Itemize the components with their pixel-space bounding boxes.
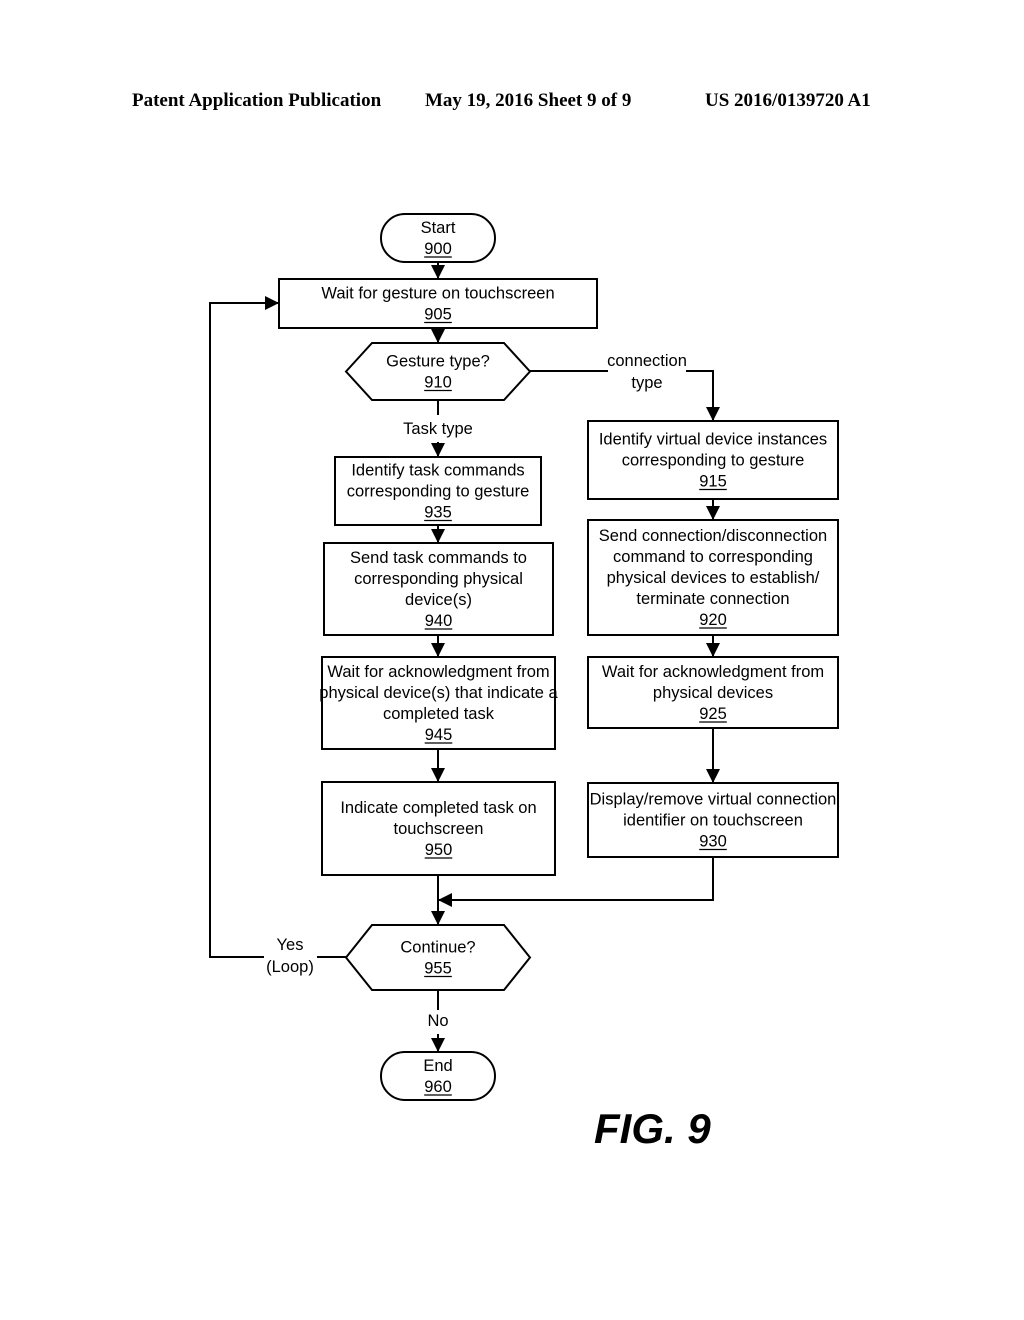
node-text-line: physical devices to establish/ xyxy=(607,569,820,587)
node-930: Display/remove virtual connection identif… xyxy=(587,782,839,858)
node-text-line: physical device(s) that indicate a xyxy=(319,684,558,702)
node-text-line: Wait for acknowledgment from xyxy=(327,663,549,681)
node-text-line: touchscreen xyxy=(394,820,484,838)
edge-label-connection-type: type xyxy=(631,374,662,392)
node-text-line: Send connection/disconnection xyxy=(599,527,827,545)
edge-label-connection-type: connection xyxy=(607,352,687,370)
node-text-line: corresponding to gesture xyxy=(347,483,530,501)
node-text-line: physical devices xyxy=(653,684,773,702)
node-ref-number: 900 xyxy=(424,240,452,258)
node-text-line: identifier on touchscreen xyxy=(623,812,803,830)
node-text-line: Continue? xyxy=(400,939,475,957)
connector-arrow xyxy=(530,370,713,421)
node-955: Continue? 955 xyxy=(344,924,532,991)
node-940: Send task commands to corresponding physi… xyxy=(323,542,554,636)
node-ref-number: 945 xyxy=(425,726,453,744)
node-text-line: Start xyxy=(421,219,456,237)
node-text-line: corresponding physical xyxy=(354,570,523,588)
node-ref-number: 920 xyxy=(699,611,727,629)
node-945: Wait for acknowledgment from physical dev… xyxy=(319,656,559,750)
node-text-line: Wait for gesture on touchscreen xyxy=(321,285,554,303)
node-920: Send connection/disconnection command to … xyxy=(587,519,839,636)
node-900: Start 900 xyxy=(380,213,496,263)
node-ref-number: 955 xyxy=(424,960,452,978)
node-905: Wait for gesture on touchscreen 905 xyxy=(278,278,598,329)
node-ref-number: 930 xyxy=(699,833,727,851)
node-ref-number: 905 xyxy=(424,306,452,324)
node-text-line: terminate connection xyxy=(636,590,789,608)
edge-label-no: No xyxy=(427,1012,448,1030)
node-text-line: Gesture type? xyxy=(386,353,490,371)
node-ref-number: 935 xyxy=(424,504,452,522)
node-text-line: Identify virtual device instances xyxy=(599,431,827,449)
node-ref-number: 960 xyxy=(424,1078,452,1096)
node-935: Identify task commands corresponding to g… xyxy=(334,456,542,526)
flowchart: Start 900 Wait for gesture on touchscreen 9… xyxy=(209,213,839,1152)
decision-shape xyxy=(344,924,532,991)
node-text-line: corresponding to gesture xyxy=(622,452,805,470)
node-text-line: command to corresponding xyxy=(613,548,813,566)
node-text-line: device(s) xyxy=(405,591,472,609)
node-text-line: Display/remove virtual connection xyxy=(590,791,837,809)
node-ref-number: 925 xyxy=(699,705,727,723)
node-910: Gesture type? 910 xyxy=(344,342,532,401)
node-text-line: Wait for acknowledgment from xyxy=(602,663,824,681)
node-text-line: completed task xyxy=(383,705,495,723)
node-text-line: Indicate completed task on xyxy=(340,799,536,817)
edge-label-yes-loop: (Loop) xyxy=(266,958,314,976)
node-925: Wait for acknowledgment from physical dev… xyxy=(587,656,839,729)
figure-label: FIG. 9 xyxy=(594,1105,711,1152)
node-915: Identify virtual device instances corresp… xyxy=(587,420,839,500)
node-text-line: Identify task commands xyxy=(351,462,524,480)
node-ref-number: 950 xyxy=(425,841,453,859)
node-ref-number: 915 xyxy=(699,473,727,491)
node-text-line: Send task commands to xyxy=(350,549,527,567)
node-text-line: End xyxy=(423,1057,452,1075)
node-960: End 960 xyxy=(380,1051,496,1101)
edge-label-task-type: Task type xyxy=(403,420,473,438)
edge-label-yes-loop: Yes xyxy=(277,936,304,954)
node-950: Indicate completed task on touchscreen 950 xyxy=(321,781,556,876)
node-ref-number: 940 xyxy=(425,612,453,630)
node-ref-number: 910 xyxy=(424,374,452,392)
